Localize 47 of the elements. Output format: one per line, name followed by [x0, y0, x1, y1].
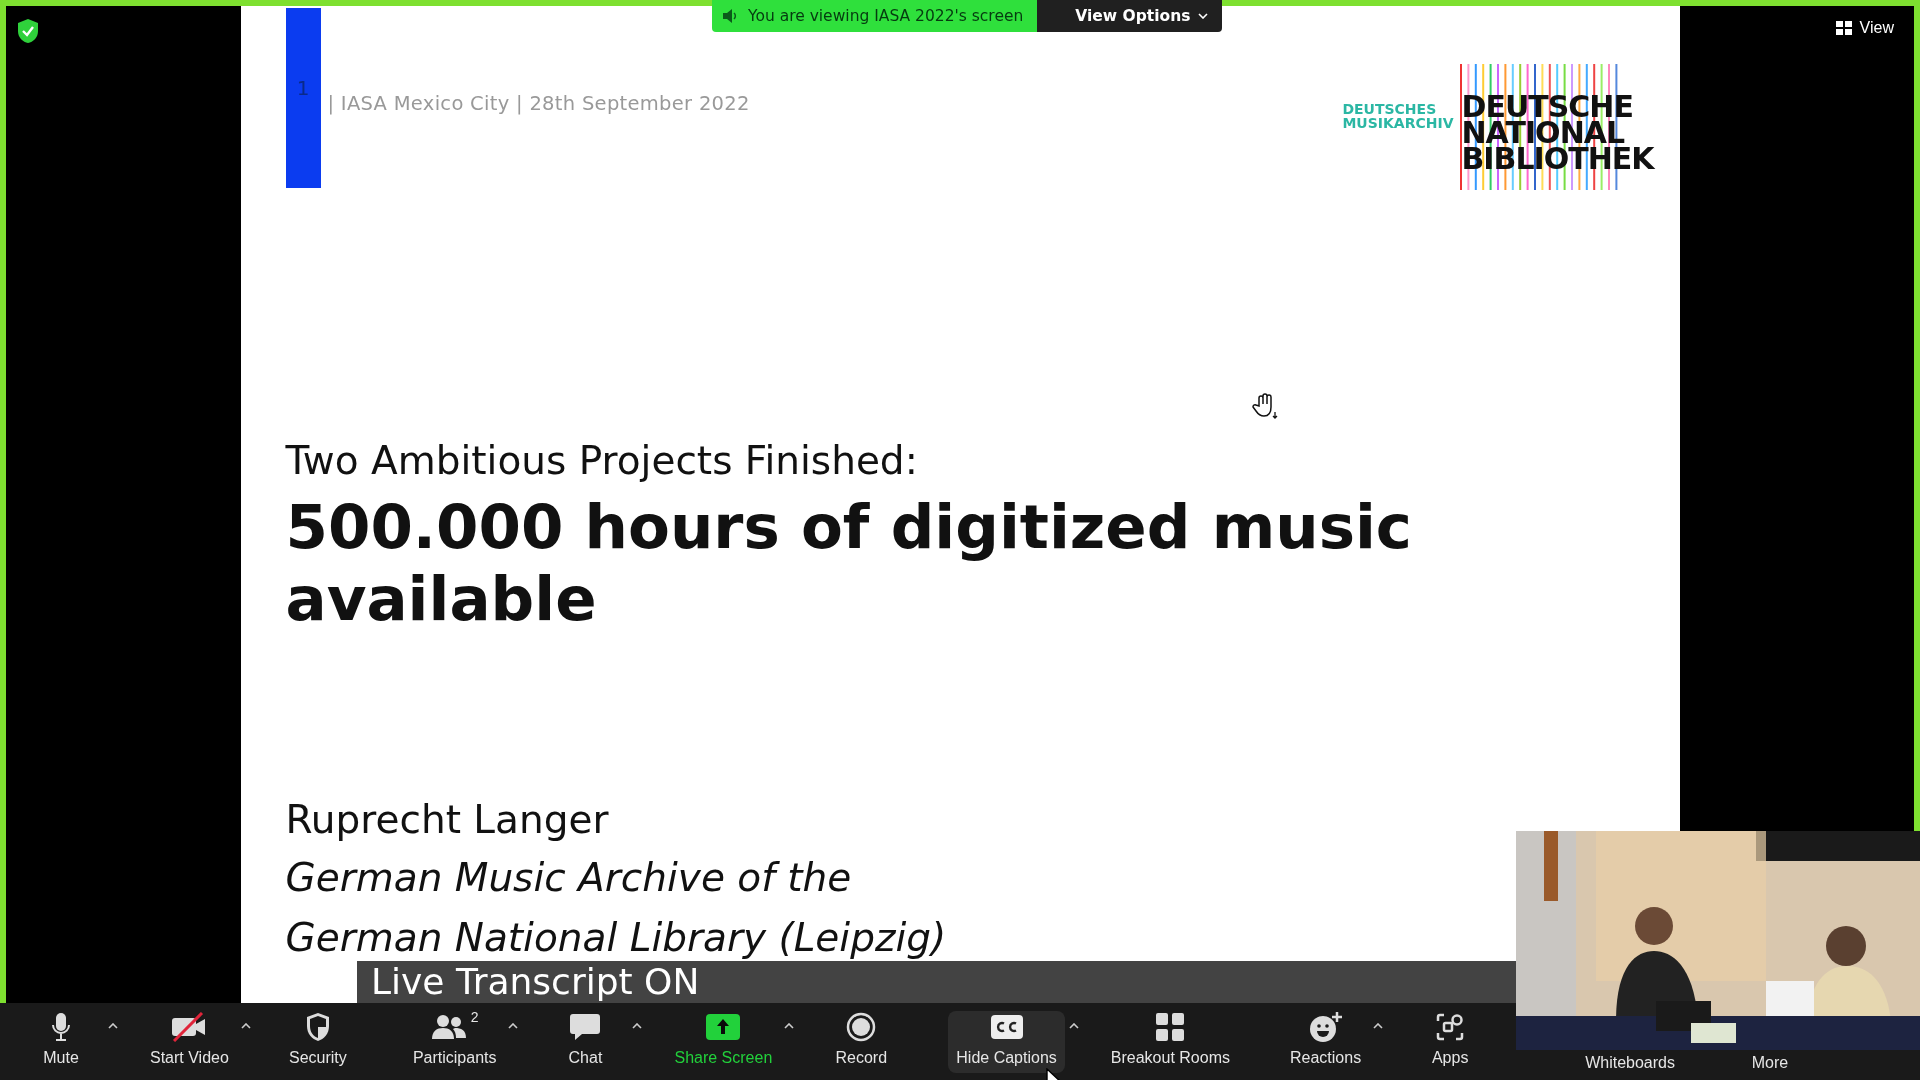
- toolbar-button[interactable]: Chat: [542, 1011, 629, 1073]
- toolbar-button[interactable]: Security: [274, 1011, 361, 1073]
- shield-check-icon[interactable]: [16, 18, 40, 44]
- affiliation-line: German National Library (Leipzig): [285, 916, 947, 960]
- logo-subtitle: DEUTSCHES MUSIKARCHIV: [1342, 102, 1454, 130]
- people-icon: [430, 1013, 467, 1041]
- chat-bubble-icon: [569, 1012, 602, 1042]
- toolbar-button[interactable]: More: [1726, 1054, 1813, 1074]
- toolbar-button[interactable]: Reactions: [1282, 1011, 1370, 1073]
- caret-icon: [1373, 1023, 1384, 1029]
- toolbar-button[interactable]: Breakout Rooms: [1102, 1011, 1238, 1073]
- caret-icon: [1068, 1023, 1079, 1029]
- caret-icon: [632, 1023, 643, 1029]
- author-name: Ruprecht Langer: [285, 797, 610, 842]
- smiley-plus-icon: [1308, 1011, 1343, 1043]
- caret-icon: [240, 1023, 251, 1029]
- view-button[interactable]: View: [1829, 18, 1900, 38]
- grid-icon: [1835, 21, 1852, 35]
- hand-cursor-icon: [1250, 392, 1279, 420]
- slide-number: 1: [296, 76, 310, 100]
- toolbar-button[interactable]: Record: [818, 1011, 905, 1073]
- microphone-icon: [51, 1012, 71, 1042]
- toolbar-button[interactable]: Share Screen: [666, 1011, 781, 1073]
- participant-count: 2: [470, 1009, 479, 1025]
- slide-header: | IASA Mexico City | 28th September 2022: [327, 92, 751, 115]
- caret-icon: [784, 1023, 795, 1029]
- grid-icon: [1155, 1012, 1186, 1042]
- slide-headline: 500.000 hours of digitized music available: [285, 491, 1413, 635]
- toolbar-button[interactable]: Start Video: [142, 1011, 237, 1073]
- toolbar-button[interactable]: Apps: [1407, 1011, 1494, 1073]
- toolbar-button[interactable]: Hide Captions: [948, 1011, 1065, 1073]
- record-icon: [846, 1012, 877, 1042]
- live-caption: Live Transcript ON: [357, 961, 1516, 1003]
- toolbar-button[interactable]: Mute: [18, 1011, 104, 1073]
- cc-icon: [989, 1014, 1024, 1040]
- toolbar-button[interactable]: 2 Participants: [404, 1011, 505, 1073]
- caret-icon: [108, 1023, 118, 1029]
- chevron-icon: [1198, 13, 1209, 19]
- view-options-button[interactable]: View Options: [1037, 0, 1223, 32]
- speaker-icon: [722, 9, 738, 23]
- caret-icon: [508, 1023, 519, 1029]
- affiliation-line: German Music Archive of the: [285, 856, 852, 900]
- slide-subtitle: Two Ambitious Projects Finished:: [285, 438, 919, 483]
- banner-text: You are viewing IASA 2022's screen: [748, 7, 1024, 25]
- shield-icon: [304, 1012, 331, 1042]
- apps-icon: [1435, 1012, 1466, 1042]
- toolbar-button[interactable]: Whiteboards: [1577, 1054, 1683, 1074]
